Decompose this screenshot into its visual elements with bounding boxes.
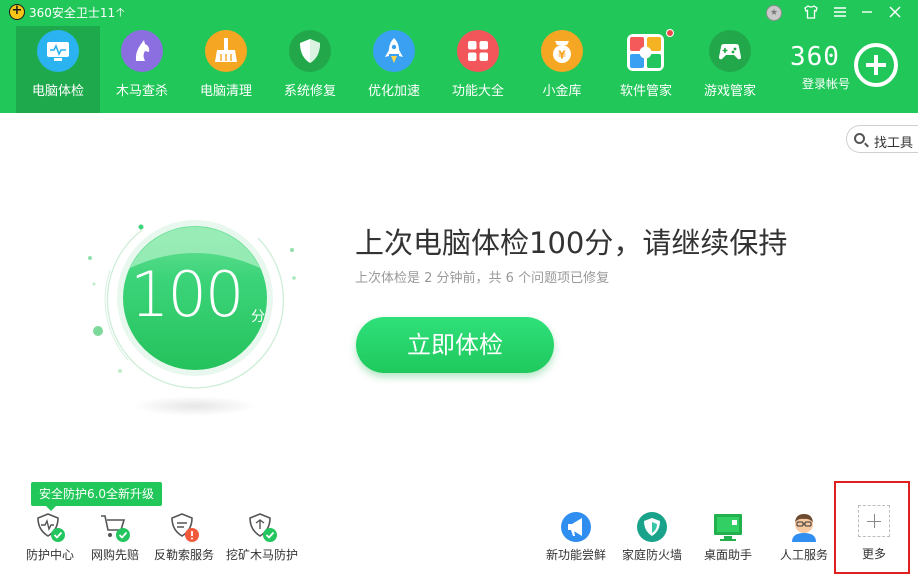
add-more-icon[interactable]: [858, 505, 890, 537]
tab-cleanup[interactable]: 电脑清理: [184, 26, 268, 113]
tab-all-features[interactable]: 功能大全: [436, 26, 520, 113]
apps-icon: [627, 34, 664, 71]
mining-trojan-shield-icon: [249, 513, 277, 542]
brand-360: 360: [790, 42, 840, 72]
tab-label: 小金库: [542, 84, 582, 99]
rocket-icon: [373, 30, 415, 72]
tab-software-manager[interactable]: 软件管家: [604, 26, 688, 113]
score-unit: 分: [251, 309, 265, 325]
menu-icon[interactable]: [829, 2, 851, 22]
medal-icon[interactable]: ★: [765, 2, 783, 22]
tab-label: 功能大全: [451, 84, 504, 99]
login-plus-icon[interactable]: [854, 43, 898, 87]
coin-icon: ¥: [541, 30, 583, 72]
desktop-assistant-icon: [714, 514, 742, 541]
tab-game-manager[interactable]: 游戏管家: [688, 26, 772, 113]
anti-ransomware-icon: [171, 513, 199, 542]
search-icon: [854, 133, 865, 144]
tab-label: 软件管家: [619, 84, 672, 99]
find-tools-button[interactable]: 找工具: [846, 125, 918, 153]
header: 360安全卫士11 🡡 ★ 电脑体检 木马查杀: [0, 0, 918, 113]
family-firewall-icon: [637, 512, 667, 542]
tool-label: 挖矿木马防护: [225, 548, 298, 562]
close-icon[interactable]: [884, 2, 906, 22]
tool-label: 人工服务: [779, 548, 828, 562]
find-tools-label: 找工具: [874, 136, 914, 151]
megaphone-icon: [561, 512, 591, 542]
tool-label: 防护中心: [25, 548, 74, 562]
tab-vault[interactable]: ¥ 小金库: [520, 26, 604, 113]
app-title: 360安全卫士11: [29, 6, 116, 20]
tab-label: 游戏管家: [703, 84, 756, 99]
more-label[interactable]: 更多: [834, 545, 914, 562]
protection-center-icon: [37, 513, 65, 542]
grid-icon: [457, 30, 499, 72]
checkup-headline: 上次电脑体检100分，请继续保持: [355, 226, 788, 260]
mining-trojan-protection-button[interactable]: 挖矿木马防护: [222, 508, 302, 568]
tab-label: 系统修复: [283, 84, 336, 99]
promo-badge[interactable]: 安全防护6.0全新升级: [31, 482, 162, 511]
tab-label: 木马查杀: [115, 84, 168, 99]
family-firewall-button[interactable]: 家庭防火墙: [618, 508, 686, 568]
gamepad-icon: [709, 30, 751, 72]
tab-label: 电脑体检: [31, 84, 84, 99]
tab-label: 优化加速: [367, 84, 420, 99]
svg-text:¥: ¥: [558, 49, 566, 62]
protection-center-button[interactable]: 防护中心: [20, 508, 80, 568]
monitor-check-icon: [37, 30, 79, 72]
tool-label: 家庭防火墙: [621, 548, 682, 562]
tool-label: 新功能尝鲜: [545, 548, 606, 562]
tab-pc-checkup[interactable]: 电脑体检: [16, 26, 100, 113]
broom-icon: [205, 30, 247, 72]
skin-icon[interactable]: [800, 2, 822, 22]
main-nav: 电脑体检 木马查杀 电脑清理 系统修复 优化加速 功能大全 ¥ 小金库 软件管家…: [16, 26, 776, 113]
anti-ransomware-button[interactable]: 反勒索服务: [150, 508, 218, 568]
new-features-button[interactable]: 新功能尝鲜: [542, 508, 610, 568]
checkup-subline: 上次体检是 2 分钟前，共 6 个问题项已修复: [355, 271, 610, 286]
score-value: 100: [130, 258, 244, 331]
shield-icon: [289, 30, 331, 72]
human-service-button[interactable]: 人工服务: [770, 508, 838, 568]
tab-system-repair[interactable]: 系统修复: [268, 26, 352, 113]
login-label[interactable]: 登录帐号: [802, 75, 850, 92]
tool-label: 网购先赔: [90, 548, 139, 562]
notification-dot: [666, 29, 674, 37]
agent-avatar-icon: [792, 514, 816, 542]
tab-speedup[interactable]: 优化加速: [352, 26, 436, 113]
tab-label: 电脑清理: [199, 84, 252, 99]
minimize-icon[interactable]: [856, 2, 878, 22]
horse-icon: [121, 30, 163, 72]
shopping-cart-icon: [101, 515, 130, 542]
login-area[interactable]: 360 登录帐号: [790, 42, 918, 96]
title-bar: 360安全卫士11 🡡 ★: [0, 0, 918, 24]
update-arrow-icon[interactable]: 🡡: [116, 3, 125, 24]
app-logo-icon: [9, 3, 25, 20]
tool-label: 桌面助手: [703, 548, 752, 562]
start-checkup-button[interactable]: 立即体检: [356, 317, 554, 373]
tool-label: 反勒索服务: [153, 548, 214, 562]
tab-trojan-scan[interactable]: 木马查杀: [100, 26, 184, 113]
shopping-compensation-button[interactable]: 网购先赔: [85, 508, 145, 568]
desktop-assistant-button[interactable]: 桌面助手: [694, 508, 762, 568]
